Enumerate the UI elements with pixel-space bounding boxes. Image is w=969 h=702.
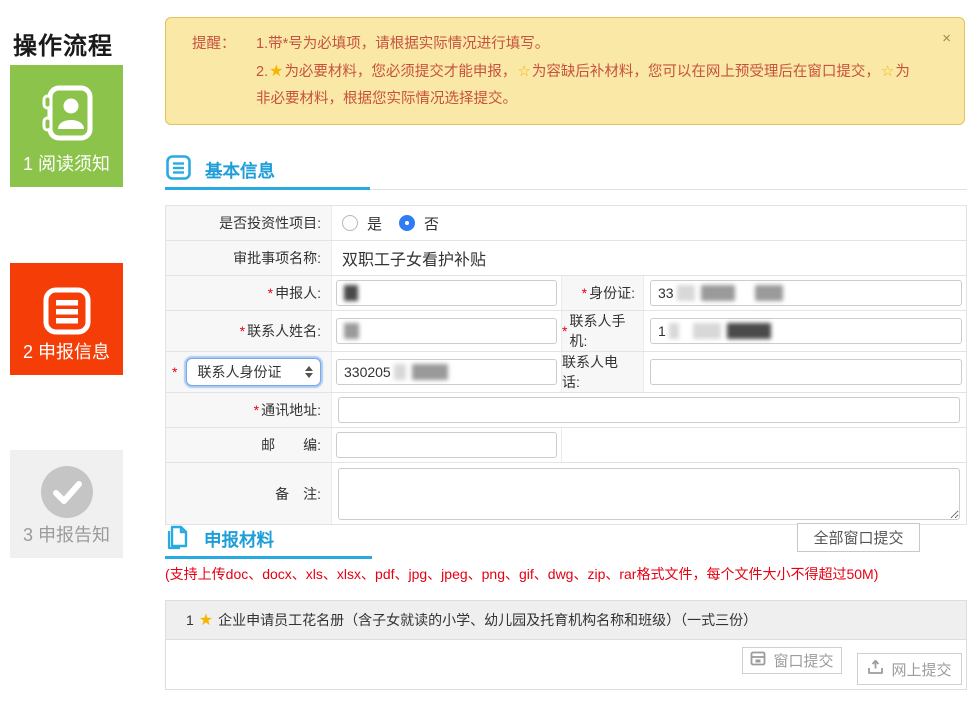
step-label: 2 申报信息 (10, 338, 123, 364)
field-label: 联系人姓名: (247, 321, 321, 341)
window-icon (750, 651, 766, 670)
star-filled-icon: ★ (268, 63, 284, 80)
address-input[interactable] (338, 397, 960, 423)
step-declare-notify[interactable]: 3 申报告知 (10, 450, 123, 558)
materials-list: 1 ★ 企业申请员工花名册（含子女就读的小学、幼儿园及托育机构名称和班级）（一式… (165, 600, 967, 690)
radio-no[interactable] (399, 215, 415, 231)
radio-yes[interactable] (342, 215, 358, 231)
material-index: 1 (186, 612, 194, 628)
contact-mobile-input[interactable]: 1 (650, 318, 962, 344)
empty-cell (562, 428, 966, 462)
reminder-line-2: 2.★为必要材料，您必须提交才能申报，☆为容缺后补材料，您可以在网上预受理后在窗… (256, 58, 924, 113)
row-zip: 邮 编: (166, 428, 966, 463)
field-label: 联系人电话: (562, 352, 635, 392)
row-remark: 备 注: (166, 463, 966, 525)
redacted-value (412, 364, 448, 380)
star-filled-icon: ★ (199, 610, 213, 630)
section-underline (165, 556, 372, 559)
online-submit-button[interactable]: 网上提交 (857, 653, 962, 685)
radio-yes-label: 是 (367, 213, 382, 234)
redacted-value (344, 285, 358, 301)
materials-icon (165, 523, 191, 556)
declare-info-page: 操作流程 1 阅读须知 2 申报信息 (0, 0, 969, 702)
row-contact-id-phone: * 联系人身份证 330205 联系人电话: (166, 352, 966, 393)
reminder-line-1: 1.带*号为必填项，请根据实际情况进行填写。 (256, 31, 924, 58)
select-value: 联系人身份证 (197, 362, 281, 382)
id-card-input[interactable]: 33 (650, 280, 962, 306)
row-address: *通讯地址: (166, 393, 966, 428)
field-label: 身份证: (589, 283, 635, 303)
field-label: 邮 编: (261, 435, 321, 455)
upload-format-hint: (支持上传doc、docx、xls、xlsx、pdf、jpg、jpeg、png、… (165, 564, 967, 584)
contact-id-type-select[interactable]: 联系人身份证 (186, 358, 321, 386)
redacted-value (344, 323, 359, 339)
reminder-label: 提醒： (192, 31, 256, 113)
section-basic-info-header: 基本信息 (165, 152, 275, 188)
field-label: 申报人: (275, 283, 321, 303)
step-read-notice[interactable]: 1 阅读须知 (10, 65, 123, 187)
section-underline (165, 187, 370, 190)
upload-icon (867, 659, 884, 679)
star-empty-icon: ☆ (516, 63, 531, 80)
document-lines-icon (10, 283, 123, 339)
submit-all-window-button[interactable]: 全部窗口提交 (797, 523, 920, 552)
step-label: 3 申报告知 (10, 521, 123, 547)
redacted-value (701, 285, 735, 301)
row-applicant-idcard: *申报人: *身份证: 33 (166, 276, 966, 311)
close-icon[interactable]: × (942, 25, 951, 52)
material-actions: 窗口提交 网上提交 (166, 640, 966, 689)
chevron-updown-icon (305, 366, 313, 378)
reminder-banner: × 提醒： 1.带*号为必填项，请根据实际情况进行填写。 2.★为必要材料，您必… (165, 17, 965, 125)
applicant-input[interactable] (336, 280, 557, 306)
redacted-value (693, 323, 721, 339)
material-name: 企业申请员工花名册（含子女就读的小学、幼儿园及托育机构名称和班级）（一式三份） (218, 610, 757, 630)
step-label: 1 阅读须知 (10, 150, 123, 176)
field-label: 审批事项名称: (233, 248, 321, 268)
field-label: 通讯地址: (261, 400, 321, 420)
section-title: 基本信息 (205, 158, 275, 183)
remark-textarea[interactable] (338, 468, 960, 520)
field-label: 备 注: (275, 484, 321, 504)
check-circle-icon (10, 465, 123, 519)
contact-id-input[interactable]: 330205 (336, 359, 557, 385)
row-contact-name-mobile: *联系人姓名: *联系人手机: 1 (166, 311, 966, 352)
star-empty-icon: ☆ (880, 63, 895, 80)
redacted-value (394, 364, 406, 380)
basic-info-icon (165, 154, 192, 186)
contact-phone-input[interactable] (650, 359, 962, 385)
item-name-value: 双职工子女看护补贴 (342, 246, 486, 270)
field-label: 是否投资性项目: (219, 213, 321, 233)
row-item-name: 审批事项名称: 双职工子女看护补贴 (166, 241, 966, 276)
step-declare-info[interactable]: 2 申报信息 (10, 263, 123, 375)
section-materials-header: 申报材料 (165, 522, 274, 556)
redacted-value (669, 323, 679, 339)
zip-input[interactable] (336, 432, 557, 458)
material-item-row: 1 ★ 企业申请员工花名册（含子女就读的小学、幼儿园及托育机构名称和班级）（一式… (166, 601, 966, 640)
redacted-value (727, 323, 771, 339)
basic-info-form: 是否投资性项目: 是 否 审批事项名称: 双职工子女看护补贴 *申报人: *身份… (165, 205, 967, 525)
contact-name-input[interactable] (336, 318, 557, 344)
page-title: 操作流程 (13, 26, 113, 61)
window-submit-button[interactable]: 窗口提交 (742, 647, 842, 674)
redacted-value (677, 285, 695, 301)
radio-no-label: 否 (424, 213, 439, 234)
row-invest-project: 是否投资性项目: 是 否 (166, 206, 966, 241)
address-book-icon (10, 84, 123, 142)
redacted-value (755, 285, 783, 301)
field-label: 联系人手机: (569, 311, 635, 351)
section-title: 申报材料 (204, 527, 274, 552)
